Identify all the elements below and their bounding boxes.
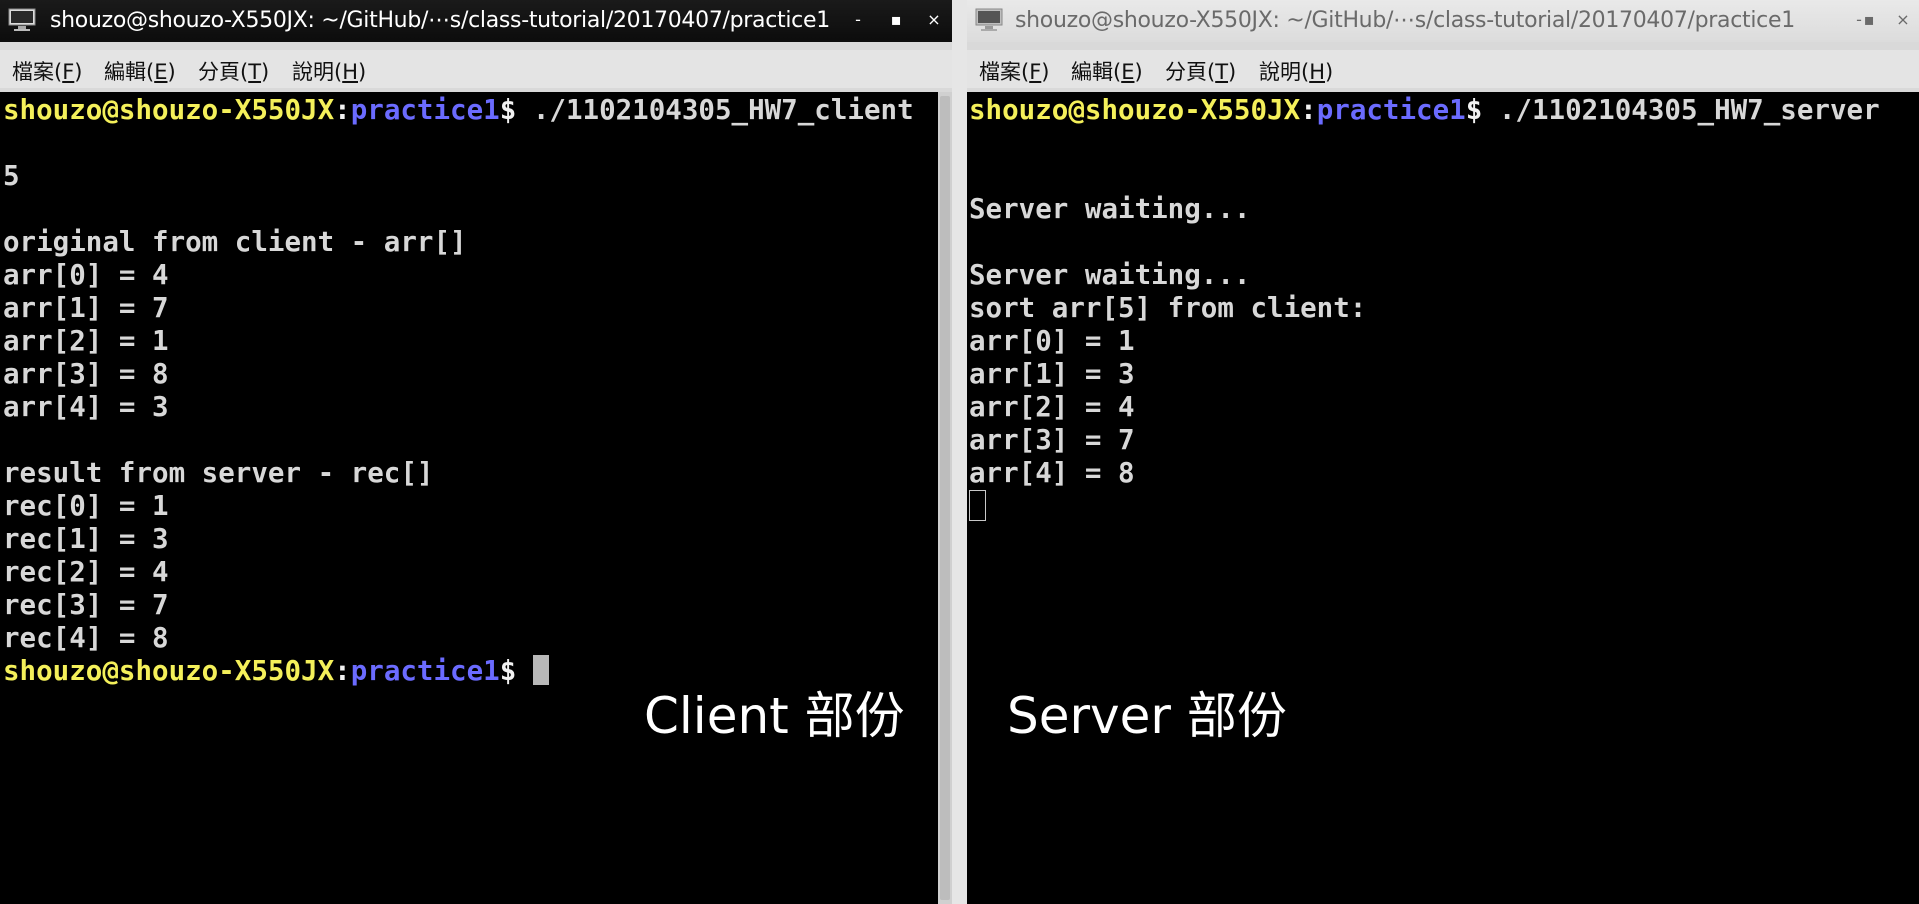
output-line: arr[2] = 4 <box>969 391 1135 423</box>
output-line: Server waiting... <box>969 259 1251 291</box>
menu-help[interactable]: 說明(H) <box>1259 56 1333 86</box>
menubar: 檔案(F) 編輯(E) 分頁(T) 說明(H) <box>967 50 1919 88</box>
terminal-app-icon <box>975 8 1003 31</box>
minimize-button[interactable]: - <box>848 10 868 29</box>
menubar: 檔案(F) 編輯(E) 分頁(T) 說明(H) <box>0 50 952 88</box>
command-line: shouzo@shouzo-X550JX:practice1$ ./110210… <box>3 94 914 126</box>
menu-help[interactable]: 說明(H) <box>292 56 366 86</box>
titlebar[interactable]: shouzo@shouzo-X550JX: ~/GitHub/⋯s/class-… <box>967 0 1919 42</box>
menu-file[interactable]: 檔案(F) <box>979 56 1050 86</box>
output-line: sort arr[5] from client: <box>969 292 1367 324</box>
close-button[interactable]: × <box>1893 10 1913 29</box>
window-title: shouzo@shouzo-X550JX: ~/GitHub/⋯s/class-… <box>50 8 830 33</box>
output-line: arr[1] = 7 <box>3 292 169 324</box>
text-cursor <box>969 490 986 521</box>
output-line: arr[3] = 8 <box>3 358 169 390</box>
output-line: Server waiting... <box>969 193 1251 225</box>
output-line: arr[1] = 3 <box>969 358 1135 390</box>
menu-edit[interactable]: 編輯(E) <box>1071 56 1143 86</box>
output-line: arr[4] = 3 <box>3 391 169 423</box>
prompt-line: shouzo@shouzo-X550JX:practice1$ <box>3 655 549 688</box>
menu-file[interactable]: 檔案(F) <box>12 56 83 86</box>
output-line: rec[3] = 7 <box>3 589 169 621</box>
output-line: 5 <box>3 160 20 192</box>
output-line: arr[3] = 7 <box>969 424 1135 456</box>
output-line: arr[0] = 1 <box>969 325 1135 357</box>
output-line: arr[4] = 8 <box>969 457 1135 489</box>
maximize-button[interactable]: ▪ <box>886 10 906 29</box>
menu-edit[interactable]: 編輯(E) <box>104 56 176 86</box>
menu-tabs[interactable]: 分頁(T) <box>1165 56 1236 86</box>
menu-tabs[interactable]: 分頁(T) <box>198 56 269 86</box>
scrollbar[interactable] <box>938 92 952 904</box>
window-divider <box>952 0 967 904</box>
output-line: arr[2] = 1 <box>3 325 169 357</box>
command-line: shouzo@shouzo-X550JX:practice1$ ./110210… <box>969 94 1880 126</box>
terminal-app-icon <box>8 8 36 31</box>
output-line: rec[4] = 8 <box>3 622 169 654</box>
output-line: arr[0] = 4 <box>3 259 169 291</box>
server-terminal-window: shouzo@shouzo-X550JX: ~/GitHub/⋯s/class-… <box>967 0 1919 904</box>
output-line: rec[1] = 3 <box>3 523 169 555</box>
window-title: shouzo@shouzo-X550JX: ~/GitHub/⋯s/class-… <box>1015 8 1795 33</box>
maximize-button[interactable]: ▪ <box>1859 10 1879 29</box>
output-line: result from server - rec[] <box>3 457 434 489</box>
close-button[interactable]: × <box>924 10 944 29</box>
output-line: rec[2] = 4 <box>3 556 169 588</box>
terminal-output[interactable]: shouzo@shouzo-X550JX:practice1$ ./110210… <box>0 92 938 904</box>
scrollbar-thumb[interactable] <box>940 96 950 900</box>
text-cursor <box>532 655 549 685</box>
server-caption: Server 部份 <box>1007 687 1287 745</box>
titlebar[interactable]: shouzo@shouzo-X550JX: ~/GitHub/⋯s/class-… <box>0 0 952 42</box>
output-line: original from client - arr[] <box>3 226 467 258</box>
client-terminal-window: shouzo@shouzo-X550JX: ~/GitHub/⋯s/class-… <box>0 0 952 904</box>
terminal-output[interactable]: shouzo@shouzo-X550JX:practice1$ ./110210… <box>967 92 1919 904</box>
output-line: rec[0] = 1 <box>3 490 169 522</box>
client-caption: Client 部份 <box>644 687 905 745</box>
